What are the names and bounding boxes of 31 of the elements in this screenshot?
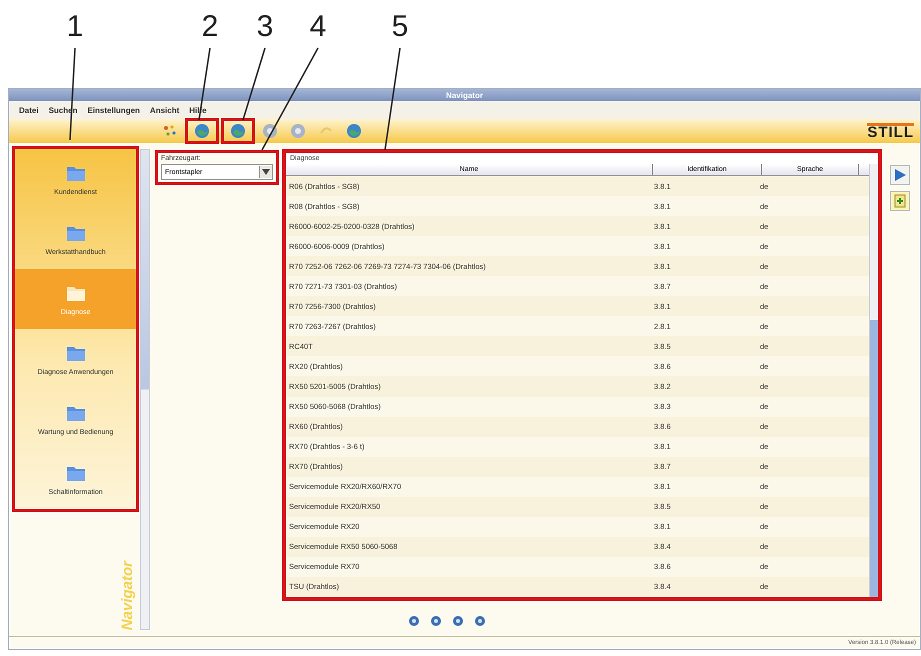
disc-icon xyxy=(290,123,306,139)
menu-item[interactable]: Einstellungen xyxy=(87,106,140,114)
scrollbar[interactable] xyxy=(869,164,879,597)
logo: STILL xyxy=(867,122,914,140)
circle-icon xyxy=(474,615,486,627)
nav-button[interactable] xyxy=(429,614,443,628)
menu-item[interactable]: Datei xyxy=(19,106,39,114)
callout-number: 3 xyxy=(256,9,274,45)
nav-button[interactable] xyxy=(407,614,421,628)
caret-icon xyxy=(262,169,270,175)
globe-icon xyxy=(230,123,246,139)
circle-icon xyxy=(430,615,442,627)
callout-number: 1 xyxy=(66,9,84,45)
disc-icon xyxy=(262,123,278,139)
panel-label: Navigator xyxy=(118,560,136,630)
play-button[interactable] xyxy=(890,165,910,185)
add-page-icon xyxy=(893,194,907,208)
add-button[interactable] xyxy=(890,191,910,211)
window-title: Navigator xyxy=(446,90,483,100)
menu-item[interactable]: Ansicht xyxy=(150,106,180,114)
callout-number: 5 xyxy=(390,9,410,45)
globe-icon xyxy=(194,123,210,139)
nav-button[interactable] xyxy=(473,614,487,628)
callout-number: 2 xyxy=(200,9,220,45)
callout-number: 4 xyxy=(308,9,328,45)
play-icon xyxy=(893,168,907,182)
scrollbar[interactable] xyxy=(140,149,150,630)
circle-icon xyxy=(452,615,464,627)
globe-icon xyxy=(346,123,362,139)
circle-icon xyxy=(408,615,420,627)
nav-button[interactable] xyxy=(451,614,465,628)
